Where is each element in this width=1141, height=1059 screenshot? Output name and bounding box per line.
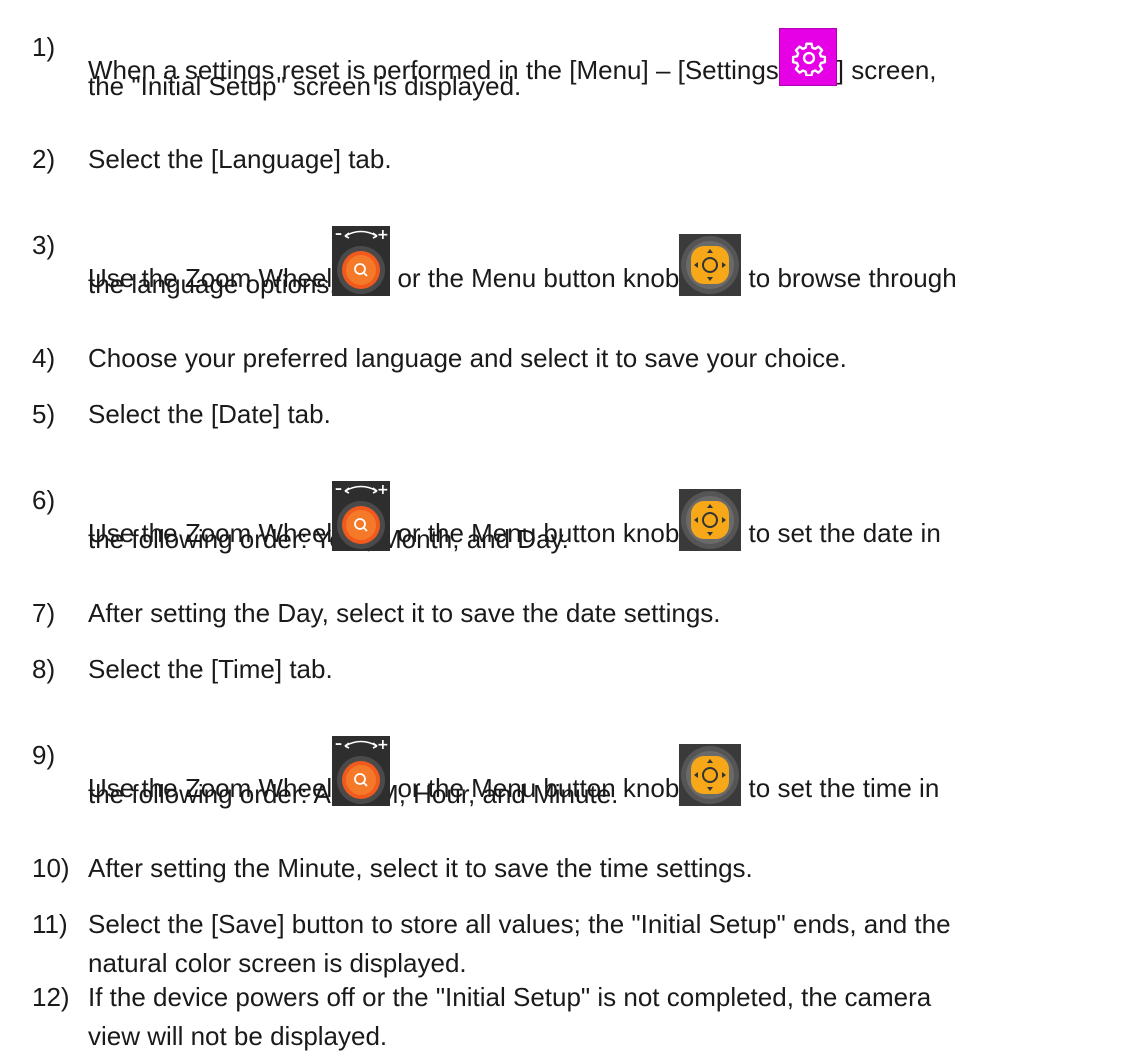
zoom-wheel-icon: – + <box>332 736 391 806</box>
step-text: Use the Zoom Wheel – + or the Menu butto… <box>88 481 1128 559</box>
text-segment: to set the time in <box>741 773 940 803</box>
step-text: If the device powers off or the "Initial… <box>88 978 1128 1056</box>
step-number: 4) <box>32 343 56 373</box>
zoom-wheel-icon: – + <box>332 226 391 296</box>
text-line: the following order: AM/PM, Hour, and Mi… <box>88 779 619 809</box>
text-line: Select the [Language] tab. <box>88 144 392 174</box>
step-text: Select the [Date] tab. <box>88 395 1128 434</box>
step-number: 2) <box>32 144 56 174</box>
svg-text:+: + <box>377 227 389 243</box>
step-number: 8) <box>32 654 56 684</box>
text-line: After setting the Minute, select it to s… <box>88 853 753 883</box>
text-line: When a settings reset is performed in th… <box>88 28 1128 86</box>
text-line: Use the Zoom Wheel – + or the Menu butto… <box>88 226 1128 296</box>
step-text: Select the [Save] button to store all va… <box>88 905 1128 983</box>
document-page: 1) When a settings reset is performed in… <box>0 0 1141 1059</box>
text-segment: or the Menu button knob <box>390 263 680 293</box>
text-line: Select the [Time] tab. <box>88 654 333 684</box>
text-segment: ] screen, <box>836 55 937 85</box>
step-number: 3) <box>32 230 56 260</box>
step-number: 12) <box>32 982 70 1012</box>
svg-text:–: – <box>335 226 342 242</box>
text-line: view will not be displayed. <box>88 1021 388 1051</box>
svg-text:–: – <box>335 481 342 497</box>
cropped-heading <box>0 0 1141 8</box>
step-number: 5) <box>32 399 56 429</box>
svg-text:+: + <box>377 482 389 498</box>
text-line: Use the Zoom Wheel – + or the Menu butto… <box>88 481 1128 551</box>
zoom-wheel-icon: – + <box>332 481 391 551</box>
text-line: Use the Zoom Wheel – + or the Menu butto… <box>88 736 1128 806</box>
step-text: Select the [Language] tab. <box>88 140 1128 179</box>
step-text: After setting the Minute, select it to s… <box>88 849 1128 888</box>
step-text: When a settings reset is performed in th… <box>88 28 1128 106</box>
svg-text:+: + <box>377 737 389 753</box>
menu-knob-icon <box>679 489 742 551</box>
step-number: 10) <box>32 853 70 883</box>
text-line: After setting the Day, select it to save… <box>88 598 721 628</box>
step-number: 9) <box>32 740 56 770</box>
text-segment: to browse through <box>741 263 957 293</box>
step-text: Choose your preferred language and selec… <box>88 339 1128 378</box>
svg-text:–: – <box>335 736 342 752</box>
text-line: If the device powers off or the "Initial… <box>88 982 932 1012</box>
step-text: After setting the Day, select it to save… <box>88 594 1128 633</box>
step-text: Use the Zoom Wheel – + or the Menu butto… <box>88 736 1128 814</box>
step-number: 11) <box>32 909 68 939</box>
step-number: 1) <box>32 32 56 62</box>
step-number: 6) <box>32 485 56 515</box>
menu-knob-icon <box>679 744 742 806</box>
menu-knob-icon <box>679 234 742 296</box>
text-line: Select the [Save] button to store all va… <box>88 909 951 939</box>
step-number: 7) <box>32 598 56 628</box>
step-text: Use the Zoom Wheel – + or the Menu butto… <box>88 226 1128 304</box>
gear-icon <box>778 28 837 86</box>
text-line: Select the [Date] tab. <box>88 399 331 429</box>
text-segment: to set the date in <box>741 518 941 548</box>
step-text: Select the [Time] tab. <box>88 650 1128 689</box>
text-line: Choose your preferred language and selec… <box>88 343 847 373</box>
